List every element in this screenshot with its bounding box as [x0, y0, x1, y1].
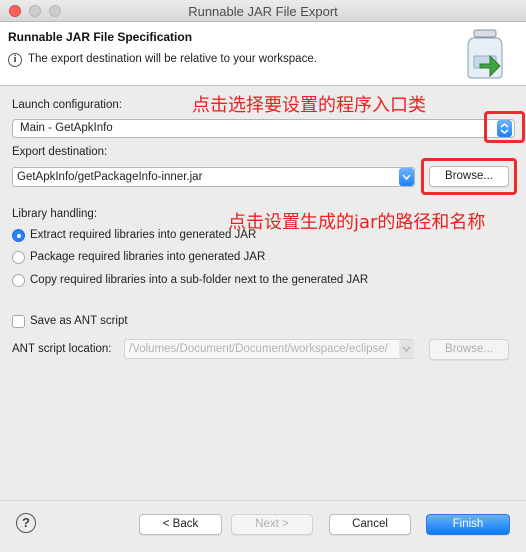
- footer-divider: [0, 500, 526, 501]
- next-button[interactable]: Next >: [231, 514, 313, 535]
- ant-location-dropdown[interactable]: [399, 340, 414, 358]
- save-ant-script-label: Save as ANT script: [30, 315, 128, 327]
- save-ant-script-checkbox[interactable]: [12, 315, 25, 328]
- cancel-button[interactable]: Cancel: [329, 514, 411, 535]
- page-message: The export destination will be relative …: [28, 53, 317, 65]
- radio-copy-libraries-label: Copy required libraries into a sub-folde…: [30, 274, 369, 286]
- radio-extract-libraries-label: Extract required libraries into generate…: [30, 229, 257, 241]
- annotation-launch-text: 点击选择要设置的程序入口类: [192, 95, 426, 116]
- library-handling-label: Library handling:: [12, 208, 98, 220]
- help-icon[interactable]: ?: [16, 513, 36, 533]
- title-bar: Runnable JAR File Export: [0, 0, 526, 22]
- radio-extract-libraries[interactable]: [12, 229, 25, 242]
- export-destination-dropdown[interactable]: [399, 168, 414, 186]
- launch-config-select[interactable]: Main - GetApkInfo: [12, 119, 515, 138]
- export-destination-value: GetApkInfo/getPackageInfo-inner.jar: [17, 171, 203, 183]
- ant-location-value: /Volumes/Document/Document/workspace/ecl…: [129, 343, 388, 355]
- page-title: Runnable JAR File Specification: [8, 30, 193, 44]
- annotation-box-launch: [484, 111, 525, 143]
- radio-copy-libraries[interactable]: [12, 274, 25, 287]
- finish-button[interactable]: Finish: [426, 514, 510, 535]
- export-destination-label: Export destination:: [12, 146, 108, 158]
- ant-location-label: ANT script location:: [12, 343, 112, 355]
- radio-package-libraries[interactable]: [12, 251, 25, 264]
- info-icon: i: [8, 53, 22, 67]
- window-title: Runnable JAR File Export: [188, 4, 338, 19]
- export-destination-combo[interactable]: GetApkInfo/getPackageInfo-inner.jar: [12, 167, 415, 187]
- jar-export-icon: [467, 29, 503, 79]
- chevron-down-icon: [402, 346, 411, 353]
- launch-config-value: Main - GetApkInfo: [20, 122, 113, 134]
- annotation-export-text: 点击设置生成的jar的路径和名称: [228, 212, 486, 233]
- annotation-box-export: [421, 158, 517, 195]
- wizard-header: Runnable JAR File Specification i The ex…: [0, 22, 526, 86]
- chevron-down-icon: [402, 174, 411, 181]
- ant-location-combo[interactable]: /Volumes/Document/Document/workspace/ecl…: [124, 339, 414, 359]
- radio-package-libraries-label: Package required libraries into generate…: [30, 251, 266, 263]
- launch-config-label: Launch configuration:: [12, 99, 122, 111]
- ant-browse-button[interactable]: Browse...: [429, 339, 509, 360]
- back-button[interactable]: < Back: [139, 514, 222, 535]
